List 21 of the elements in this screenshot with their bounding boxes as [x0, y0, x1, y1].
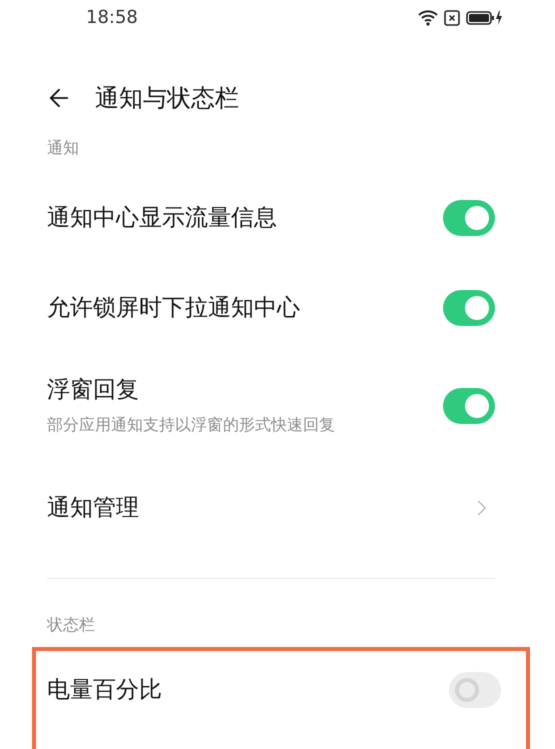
setting-label: 允许锁屏时下拉通知中心 [47, 294, 300, 323]
wifi-icon [418, 10, 438, 26]
status-time: 18:58 [86, 6, 138, 30]
battery-charging-icon [466, 10, 502, 26]
setting-row[interactable]: 允许锁屏时下拉通知中心 [0, 263, 555, 353]
setting-label: 电量百分比 [47, 676, 162, 705]
page-title: 通知与状态栏 [95, 83, 239, 114]
setting-label: 通知管理 [47, 494, 139, 523]
toggle-switch[interactable] [443, 388, 495, 424]
setting-description: 部分应用通知支持以浮窗的形式快速回复 [47, 414, 335, 436]
no-sim-icon [444, 10, 460, 26]
section-header: 通知 [47, 137, 79, 159]
setting-row[interactable]: 浮窗回复 部分应用通知支持以浮窗的形式快速回复 [0, 353, 555, 458]
setting-row[interactable]: 通知中心显示流量信息 [0, 173, 555, 263]
toggle-switch[interactable] [449, 672, 501, 708]
setting-label: 浮窗回复 [47, 376, 140, 404]
section-header: 状态栏 [47, 614, 95, 636]
setting-label: 通知中心显示流量信息 [47, 204, 277, 233]
toggle-switch[interactable] [443, 200, 495, 236]
toggle-switch[interactable] [443, 290, 495, 326]
setting-row[interactable]: 通知管理 [0, 458, 555, 558]
